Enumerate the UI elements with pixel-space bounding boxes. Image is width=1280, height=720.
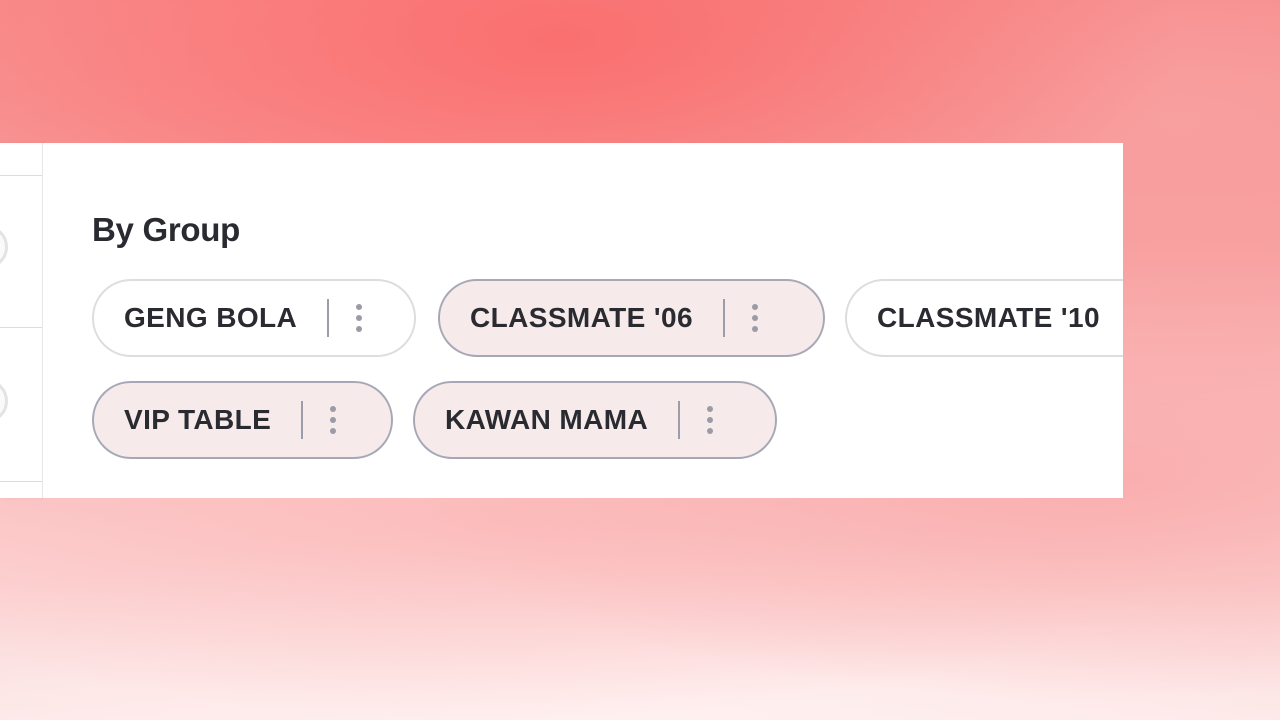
group-chip[interactable]: VIP TABLE (92, 381, 393, 459)
more-vertical-icon[interactable] (747, 298, 763, 338)
chip-separator (327, 299, 330, 337)
group-chip-label: VIP TABLE (124, 404, 272, 435)
group-chip[interactable]: CLASSMATE '06 (438, 279, 825, 357)
chip-separator (678, 401, 681, 439)
groups-card: By Group GENG BOLA CLASSMATE '06 CLASSMA… (43, 143, 1123, 498)
group-chip[interactable]: GENG BOLA (92, 279, 416, 357)
more-vertical-icon[interactable] (702, 400, 718, 440)
group-chip[interactable]: KAWAN MAMA (413, 381, 777, 459)
list-divider (0, 175, 42, 176)
avatar (0, 225, 8, 269)
section-title: By Group (92, 211, 240, 248)
more-vertical-icon[interactable] (325, 400, 341, 440)
left-panel (0, 143, 43, 498)
group-chip-label: CLASSMATE '06 (470, 302, 693, 333)
chip-separator (301, 401, 304, 439)
group-chip-label: KAWAN MAMA (445, 404, 649, 435)
list-divider (0, 327, 42, 328)
avatar (0, 379, 8, 423)
list-divider (0, 481, 42, 482)
group-chip[interactable]: CLASSMATE '10 (845, 279, 1123, 357)
group-chip-label: CLASSMATE '10 (877, 302, 1100, 333)
group-chip-label: GENG BOLA (124, 302, 298, 333)
more-vertical-icon[interactable] (351, 298, 367, 338)
chip-separator (722, 299, 725, 337)
